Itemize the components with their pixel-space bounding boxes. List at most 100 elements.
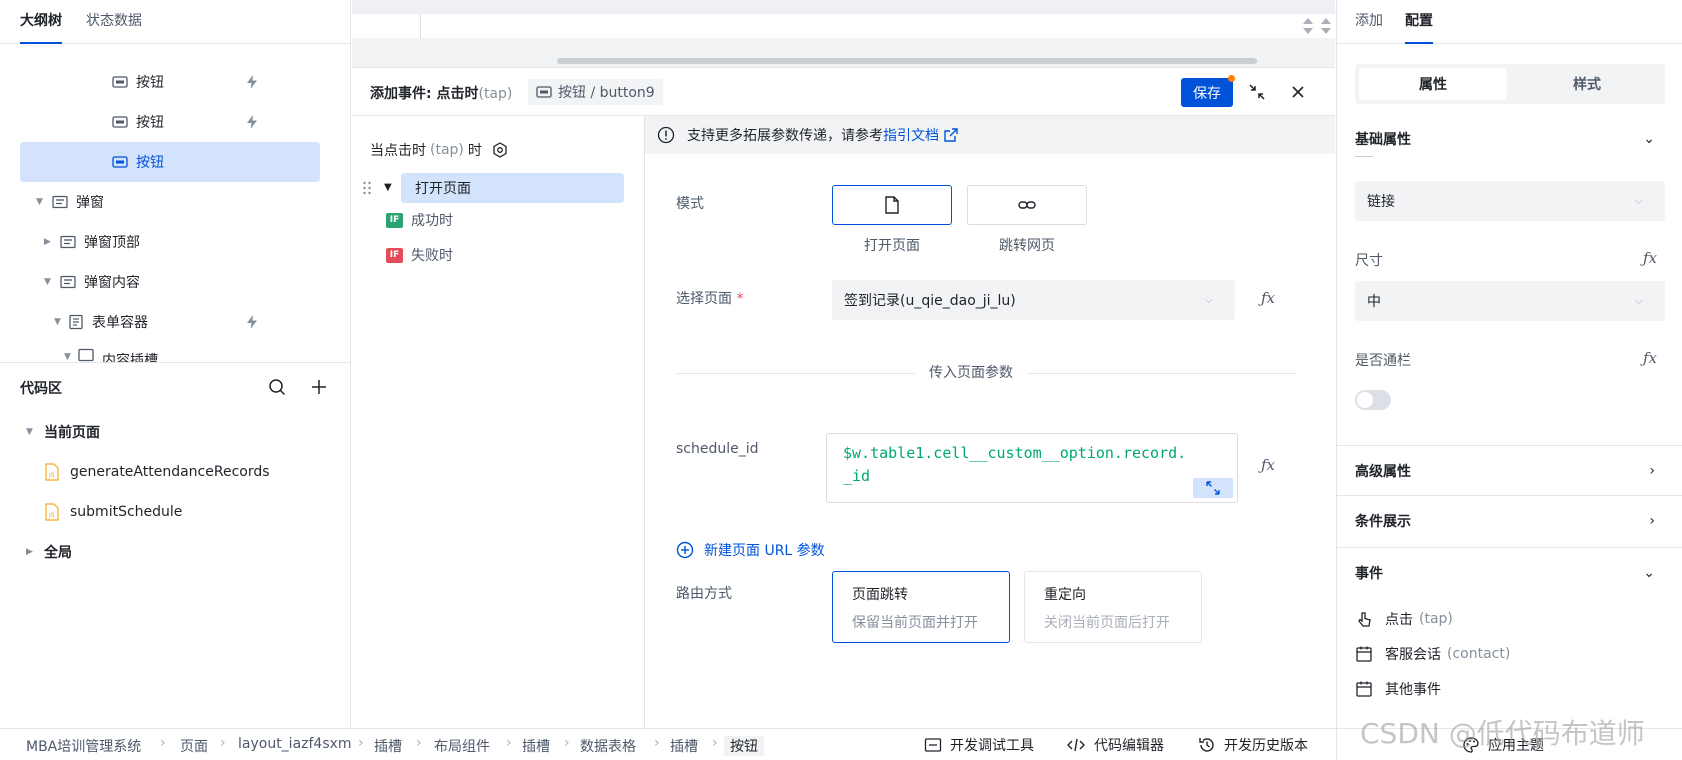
tab-state-data[interactable]: 状态数据 xyxy=(86,10,142,30)
tree-item-label: 按钮 xyxy=(136,75,164,91)
tab-config[interactable]: 配置 xyxy=(1405,10,1433,44)
breadcrumb-item[interactable]: 布局组件 xyxy=(434,736,490,756)
remnant-mark xyxy=(1355,155,1373,157)
action-open-page[interactable]: 打开页面 xyxy=(401,173,624,203)
horizontal-scrollbar[interactable] xyxy=(557,58,1257,64)
section-title: 事件 xyxy=(1355,565,1383,582)
caret-down-icon[interactable]: ▼ xyxy=(44,277,54,287)
caret-right-icon[interactable]: ▶ xyxy=(26,547,36,557)
dev-history-button[interactable]: 开发历史版本 xyxy=(1198,735,1308,755)
mode-web-link-card[interactable] xyxy=(967,185,1087,225)
trigger-row: 当点击时 (tap) 时 xyxy=(370,140,508,160)
sort-icon[interactable] xyxy=(1320,16,1332,36)
add-icon[interactable] xyxy=(310,378,328,396)
bolt-icon xyxy=(244,314,260,330)
caret-down-icon[interactable]: ▼ xyxy=(384,182,392,193)
tree-item-modal-content[interactable]: ▼ 弹窗内容 xyxy=(20,262,320,302)
tree-item-label: 弹窗顶部 xyxy=(84,235,140,251)
fx-icon[interactable]: ƒx xyxy=(1261,456,1275,474)
route-redirect-card[interactable]: 重定向 关闭当前页面后打开 xyxy=(1024,571,1202,643)
tree-item-modal[interactable]: ▼ 弹窗 xyxy=(20,182,320,222)
breadcrumb-item[interactable]: layout_iazf4sxm xyxy=(238,736,352,752)
guide-doc-link[interactable]: 指引文档 xyxy=(883,125,939,145)
close-icon[interactable] xyxy=(1290,84,1306,100)
section-title: 条件展示 xyxy=(1355,513,1411,530)
tab-add[interactable]: 添加 xyxy=(1355,10,1383,30)
tree-item-content-slot[interactable]: ▼ 内容插槽 xyxy=(20,342,320,362)
code-group-current-page[interactable]: ▼ 当前页面 xyxy=(0,412,351,452)
mode-open-page-card[interactable] xyxy=(832,185,952,225)
breadcrumb-item[interactable]: 插槽 xyxy=(670,736,698,756)
tree-item-label: 内容插槽 xyxy=(102,353,158,362)
event-target-tag: 按钮 / button9 xyxy=(528,79,663,105)
chevron-right-icon: › xyxy=(712,735,718,751)
calendar-icon xyxy=(1355,680,1373,698)
type-select[interactable]: 链接 ⌵ xyxy=(1355,181,1665,221)
fx-icon[interactable]: ƒx xyxy=(1643,349,1657,367)
tree-item-form-container[interactable]: ▼ 表单容器 xyxy=(20,302,320,342)
expand-editor-icon[interactable] xyxy=(1193,478,1233,498)
tree-item-modal-header[interactable]: ▶ 弹窗顶部 xyxy=(20,222,320,262)
right-tabs: 添加 配置 xyxy=(1337,0,1682,44)
event-item-tap[interactable]: 点击 (tap) xyxy=(1355,609,1453,629)
table-header-remnant xyxy=(352,0,1335,14)
code-group-global[interactable]: ▶ 全局 xyxy=(0,532,351,572)
breadcrumb-item[interactable]: 插槽 xyxy=(522,736,550,756)
form-icon xyxy=(68,314,84,330)
breadcrumb-item[interactable]: 数据表格 xyxy=(580,736,636,756)
caret-down-icon[interactable]: ▼ xyxy=(36,197,46,207)
settings-icon[interactable] xyxy=(492,142,508,158)
section-events[interactable]: 事件 ⌄ xyxy=(1337,547,1682,597)
caret-right-icon[interactable]: ▶ xyxy=(44,237,54,247)
left-panel: 大纲树 状态数据 按钮 按钮 按钮 ▼ 弹窗 ▶ 弹窗顶部 ▼ 弹窗内容 ▼ 表… xyxy=(0,0,351,728)
fx-icon[interactable]: ƒx xyxy=(1261,289,1275,307)
code-group-label: 全局 xyxy=(44,545,72,561)
breadcrumb-item[interactable]: 插槽 xyxy=(374,736,402,756)
add-url-param-button[interactable]: 新建页面 URL 参数 xyxy=(676,540,825,560)
route-push-title: 页面跳转 xyxy=(852,587,908,603)
event-item-contact[interactable]: 客服会话 (contact) xyxy=(1355,644,1510,664)
block-toggle[interactable] xyxy=(1355,390,1391,410)
drag-handle-icon[interactable] xyxy=(362,180,372,196)
dev-debug-tool-button[interactable]: 开发调试工具 xyxy=(924,735,1034,755)
tree-item-button-1[interactable]: 按钮 xyxy=(20,62,320,102)
param-value-editor[interactable]: $w.table1.cell__custom__option.record. _… xyxy=(826,433,1238,503)
divider xyxy=(420,14,421,38)
code-line: $w.table1.cell__custom__option.record. xyxy=(843,444,1187,462)
section-advanced-properties[interactable]: 高级属性 › xyxy=(1337,445,1682,495)
segmented-control: 属性 样式 xyxy=(1355,64,1665,104)
search-icon[interactable] xyxy=(268,378,286,396)
event-title: 添加事件: 点击时(tap) xyxy=(370,83,512,103)
watermark-text: CSDN @低代码布道师 xyxy=(1360,717,1645,750)
segment-styles[interactable]: 样式 xyxy=(1513,68,1661,100)
size-select[interactable]: 中 ⌵ xyxy=(1355,281,1665,321)
external-link-icon[interactable] xyxy=(943,127,959,143)
route-push-card[interactable]: 页面跳转 保留当前页面并打开 xyxy=(832,571,1010,643)
caret-down-icon[interactable]: ▼ xyxy=(26,427,36,437)
branch-fail[interactable]: IF 失败时 xyxy=(386,245,453,265)
tree-item-button-2[interactable]: 按钮 xyxy=(20,102,320,142)
tree-item-button-selected[interactable]: 按钮 xyxy=(20,142,320,182)
chevron-right-icon: › xyxy=(564,735,570,751)
code-editor-button[interactable]: 代码编辑器 xyxy=(1066,735,1164,755)
tab-outline-tree[interactable]: 大纲树 xyxy=(20,10,62,44)
save-button[interactable]: 保存 xyxy=(1181,78,1233,107)
select-page-label: 选择页面 * xyxy=(676,288,743,308)
breadcrumb-item[interactable]: MBA培训管理系统 xyxy=(26,736,141,756)
collapse-icon[interactable] xyxy=(1248,83,1266,101)
toggle-knob xyxy=(1357,392,1373,408)
code-file-item[interactable]: JS generateAttendanceRecords xyxy=(0,452,351,492)
segment-properties[interactable]: 属性 xyxy=(1359,68,1507,100)
svg-text:JS: JS xyxy=(48,472,55,479)
caret-down-icon[interactable]: ▼ xyxy=(64,352,74,362)
fx-icon[interactable]: ƒx xyxy=(1643,249,1657,267)
page-select[interactable]: 签到记录(u_qie_dao_ji_lu) ⌵ xyxy=(832,280,1235,320)
event-item-other[interactable]: 其他事件 xyxy=(1355,679,1441,699)
breadcrumb-item[interactable]: 页面 xyxy=(180,736,208,756)
code-file-item[interactable]: JS submitSchedule xyxy=(0,492,351,532)
branch-success[interactable]: IF 成功时 xyxy=(386,210,453,230)
breadcrumb-current[interactable]: 按钮 xyxy=(724,736,764,756)
section-conditional-display[interactable]: 条件展示 › xyxy=(1337,495,1682,545)
caret-down-icon[interactable]: ▼ xyxy=(54,317,64,327)
sort-icon[interactable] xyxy=(1302,16,1314,36)
